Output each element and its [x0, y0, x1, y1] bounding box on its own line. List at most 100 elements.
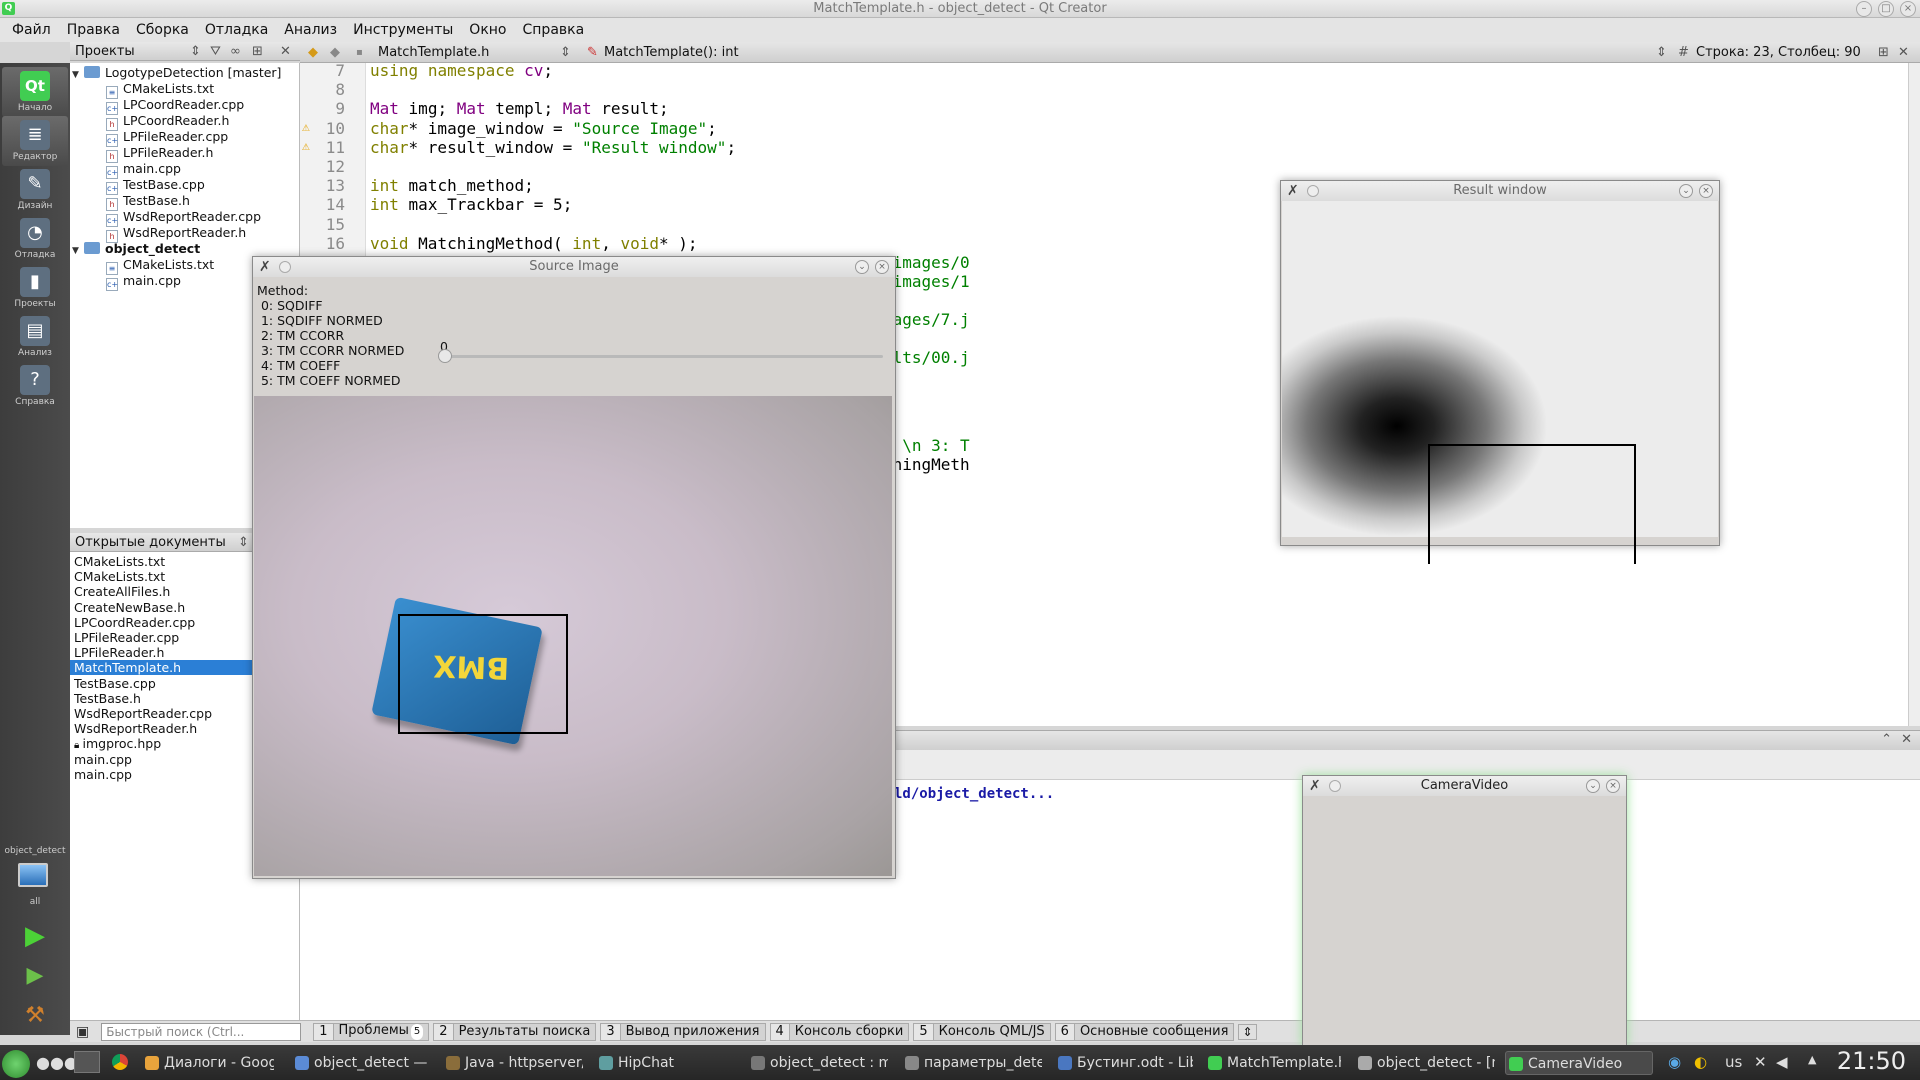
taskbar-item[interactable]: object_detect : m: [748, 1051, 888, 1075]
warning-icon[interactable]: ⚠: [302, 139, 316, 154]
taskbar-item[interactable]: CameraVideo: [1505, 1051, 1653, 1075]
menu-item[interactable]: Анализ: [276, 22, 345, 38]
panel-selector-arrow-icon[interactable]: ⇕: [190, 42, 201, 61]
show-desktop-icon[interactable]: ●●●: [36, 1053, 78, 1072]
network-icon[interactable]: ✕: [1754, 1053, 1767, 1071]
taskbar-item[interactable]: object_detect - [m: [1355, 1051, 1495, 1075]
quick-search-input[interactable]: Быстрый поиск (Ctrl...: [101, 1022, 302, 1041]
taskbar-item[interactable]: Java - httpserver/s: [443, 1051, 583, 1075]
menu-item[interactable]: Инструменты: [345, 22, 461, 38]
close-editor-icon[interactable]: ✕: [1898, 42, 1909, 63]
nav-forward-icon[interactable]: ◆: [330, 42, 340, 63]
expand-arrow-icon[interactable]: ▼: [72, 243, 84, 259]
tray-expand-icon[interactable]: ▲: [1808, 1053, 1816, 1066]
camera-window-titlebar[interactable]: CameraVideo: [1303, 776, 1626, 796]
clock-tray-icon[interactable]: ◐: [1694, 1053, 1707, 1071]
taskbar-item[interactable]: HipChat: [596, 1051, 732, 1075]
tree-item[interactable]: h LPCoordReader.h: [106, 113, 229, 131]
output-tab[interactable]: 2 Результаты поиска: [433, 1022, 597, 1041]
close-panel-icon[interactable]: ✕: [280, 42, 291, 61]
tree-item[interactable]: h TestBase.h: [106, 193, 190, 211]
close-output-icon[interactable]: ✕: [1901, 732, 1912, 747]
split-editor-icon[interactable]: ⊞: [1878, 42, 1889, 63]
source-image-window[interactable]: Source Image ✗ ⌄ × Method: 0 0: SQDIFF 1…: [252, 256, 896, 879]
clock[interactable]: 21:50: [1837, 1047, 1906, 1075]
filter-icon[interactable]: ⛛: [210, 42, 221, 61]
mode-1[interactable]: Qt Начало: [2, 67, 68, 117]
window-pin-icon[interactable]: [1329, 780, 1341, 792]
menu-item[interactable]: Файл: [4, 22, 59, 38]
taskbar-item[interactable]: object_detect — D: [292, 1051, 430, 1075]
code-line[interactable]: using namespace cv;: [370, 61, 553, 80]
nav-back-icon[interactable]: ◆: [308, 42, 318, 63]
tree-item[interactable]: c+ LPFileReader.cpp: [106, 129, 228, 147]
keyboard-layout[interactable]: us: [1725, 1053, 1742, 1071]
output-tab[interactable]: 3 Вывод приложения: [600, 1022, 766, 1041]
chrome-launcher-icon[interactable]: [112, 1054, 128, 1070]
projects-panel-header[interactable]: Проекты ⇕ ⛛ ∞ ⊞ ✕: [70, 42, 300, 61]
menu-item[interactable]: Справка: [515, 22, 593, 38]
result-window[interactable]: Result window ✗ ⌄ ×: [1280, 180, 1720, 564]
taskbar-item[interactable]: Бустинг.odt - Libr: [1055, 1051, 1193, 1075]
tree-item[interactable]: h LPFileReader.h: [106, 145, 213, 163]
tree-item[interactable]: ▼ LogotypeDetection [master]: [72, 65, 281, 81]
file-selector-arrow-icon[interactable]: ⇕: [560, 42, 571, 63]
close-icon[interactable]: ×: [1900, 1, 1916, 17]
output-tab[interactable]: 4 Консоль сборки: [769, 1022, 910, 1041]
mode-5[interactable]: ▮ Проекты: [2, 263, 68, 313]
panel-selector-arrow-icon[interactable]: ⇕: [238, 533, 249, 552]
tree-item[interactable]: c+ TestBase.cpp: [106, 177, 205, 195]
file-selector[interactable]: MatchTemplate.h: [378, 42, 489, 63]
code-line[interactable]: void MatchingMethod( int, void* );: [370, 234, 698, 253]
tree-item[interactable]: c+ LPCoordReader.cpp: [106, 97, 244, 115]
debug-run-icon[interactable]: ▶: [20, 961, 50, 991]
code-line[interactable]: int match_method;: [370, 176, 534, 195]
link-icon[interactable]: ∞: [230, 42, 241, 61]
window-pin-icon[interactable]: [279, 261, 291, 273]
code-line[interactable]: Mat img; Mat templ; Mat result;: [370, 99, 669, 118]
mode-3[interactable]: ✎ Дизайн: [2, 165, 68, 215]
output-tab[interactable]: 1 Проблемы 5: [313, 1022, 430, 1041]
menu-item[interactable]: Отладка: [197, 22, 276, 38]
menu-item[interactable]: Сборка: [128, 22, 197, 38]
window-close-icon[interactable]: ×: [1606, 779, 1620, 793]
output-tab[interactable]: 6 Основные сообщения: [1054, 1022, 1235, 1041]
menu-item[interactable]: Окно: [461, 22, 514, 38]
window-minimize-icon[interactable]: ⌄: [1679, 184, 1693, 198]
tree-item[interactable]: c+ main.cpp: [106, 161, 181, 179]
mode-2[interactable]: ≣ Редактор: [2, 116, 68, 166]
result-window-titlebar[interactable]: Result window: [1281, 181, 1719, 201]
method-trackbar[interactable]: [443, 355, 883, 358]
tree-item[interactable]: ▼ object_detect: [72, 241, 200, 257]
taskbar-item[interactable]: Диалоги - Google: [142, 1051, 274, 1075]
split-icon[interactable]: ⊞: [252, 42, 263, 61]
expand-arrow-icon[interactable]: ▼: [72, 67, 84, 83]
maximize-icon[interactable]: □: [1878, 1, 1894, 17]
output-tab[interactable]: 5 Консоль QML/JS: [913, 1022, 1051, 1041]
maximize-output-icon[interactable]: ⌃: [1881, 732, 1892, 747]
messenger-tray-icon[interactable]: ◉: [1668, 1053, 1681, 1071]
start-menu-icon[interactable]: [2, 1050, 30, 1078]
window-close-icon[interactable]: ×: [1699, 184, 1713, 198]
tree-item[interactable]: h WsdReportReader.h: [106, 225, 246, 243]
build-hammer-icon[interactable]: ⚒: [20, 1001, 50, 1031]
window-close-x-icon[interactable]: ✗: [1287, 184, 1299, 198]
tree-item[interactable]: c+ WsdReportReader.cpp: [106, 209, 261, 227]
window-close-x-icon[interactable]: ✗: [259, 260, 271, 274]
warning-icon[interactable]: ⚠: [302, 120, 316, 135]
minimize-icon[interactable]: –: [1856, 1, 1872, 17]
editor-vertical-scrollbar[interactable]: [1908, 63, 1920, 726]
code-line[interactable]: char* result_window = "Result window";: [370, 138, 736, 157]
kit-selector-icon[interactable]: [18, 863, 48, 887]
mode-7[interactable]: ? Справка: [2, 361, 68, 411]
symbol-selector-arrow-icon[interactable]: ⇕: [1656, 42, 1667, 63]
window-close-x-icon[interactable]: ✗: [1309, 779, 1321, 793]
window-close-icon[interactable]: ×: [875, 260, 889, 274]
taskbar-item[interactable]: MatchTemplate.h: [1205, 1051, 1341, 1075]
tree-item[interactable]: ≡ CMakeLists.txt: [106, 81, 214, 99]
code-line[interactable]: int max_Trackbar = 5;: [370, 195, 572, 214]
source-window-titlebar[interactable]: Source Image: [253, 257, 895, 277]
mode-4[interactable]: ◔ Отладка: [2, 214, 68, 264]
window-minimize-icon[interactable]: ⌄: [1586, 779, 1600, 793]
workspace-switcher-icon[interactable]: [74, 1051, 100, 1073]
